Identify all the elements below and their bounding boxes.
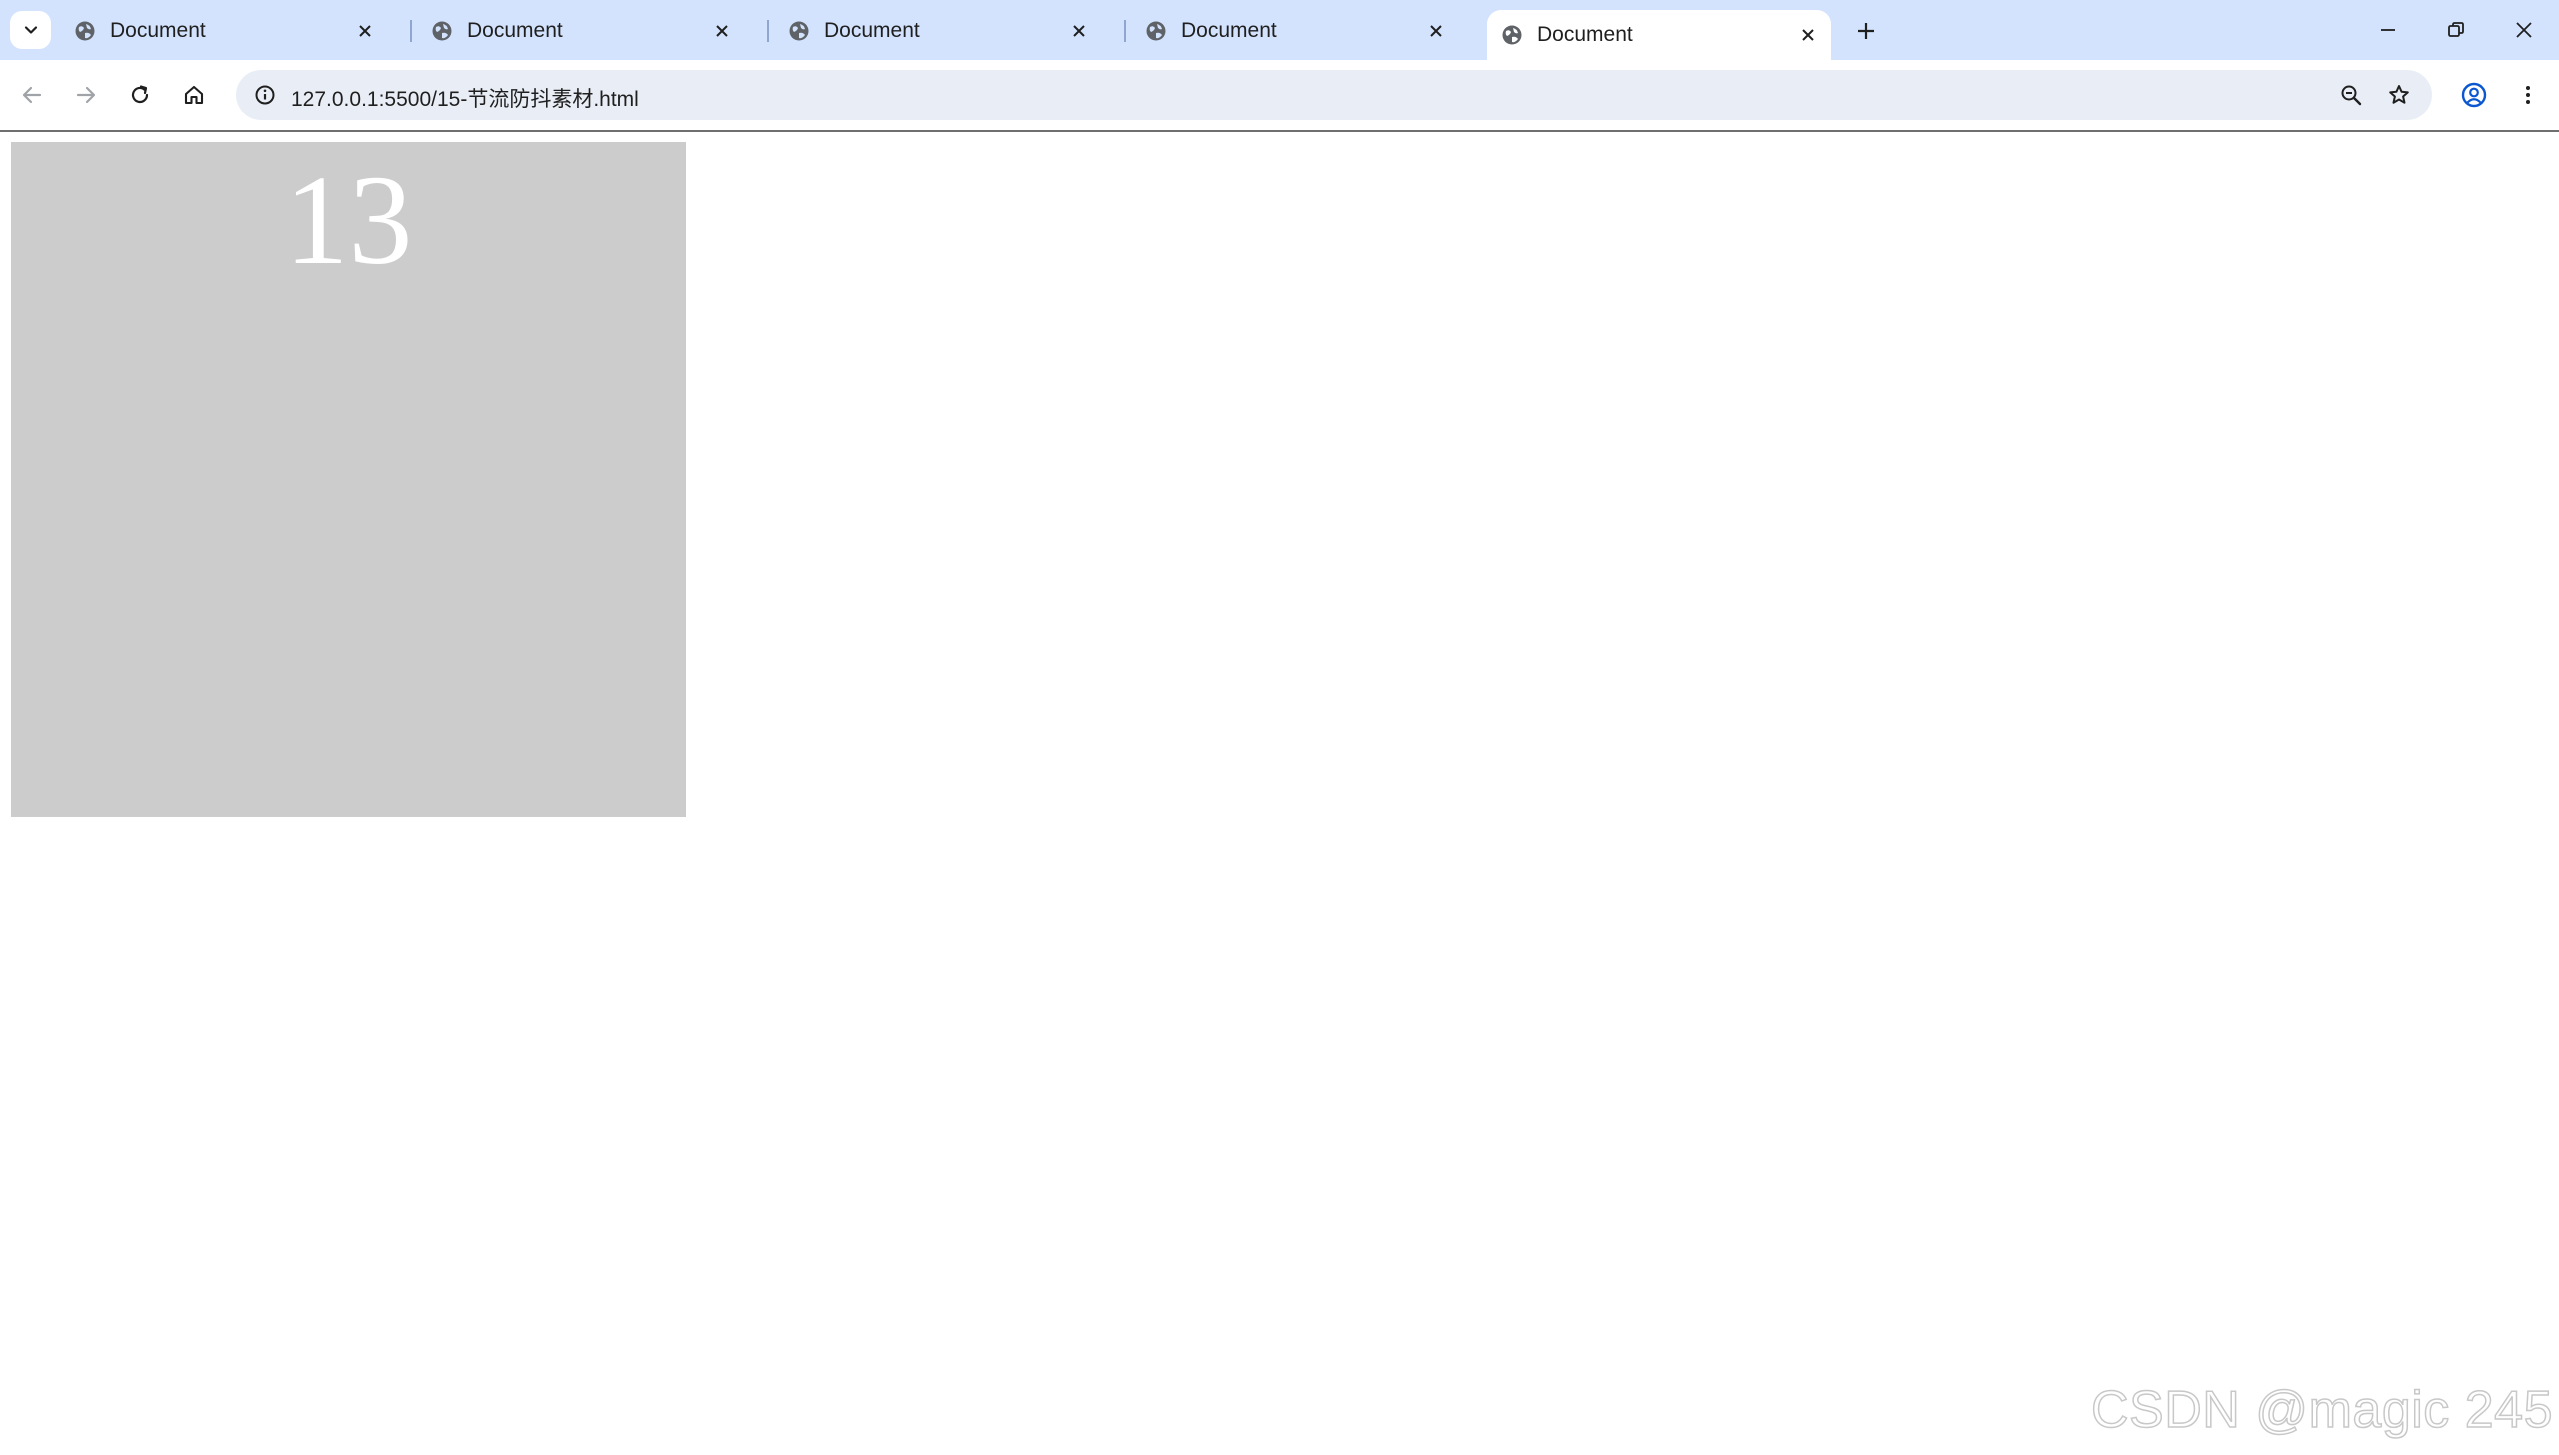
globe-icon — [75, 21, 95, 41]
back-button[interactable] — [11, 74, 53, 116]
close-icon — [1430, 25, 1442, 37]
close-window-button[interactable] — [2494, 8, 2554, 52]
site-info-button[interactable] — [248, 78, 282, 112]
tab-close-button[interactable] — [709, 18, 735, 44]
tab-title: Document — [1537, 23, 1633, 46]
new-tab-button[interactable] — [1848, 14, 1884, 48]
zoom-out-icon — [2341, 85, 2362, 106]
home-button[interactable] — [173, 74, 215, 116]
forward-arrow-icon — [76, 86, 96, 104]
tab-document-1[interactable]: Document — [44, 10, 388, 52]
url-text: 127.0.0.1:5500/15-节流防抖素材.html — [291, 88, 639, 111]
menu-button[interactable] — [2507, 74, 2549, 116]
tab-title: Document — [467, 19, 563, 42]
profile-button[interactable] — [2453, 74, 2495, 116]
counter-value: 13 — [284, 149, 413, 291]
profile-icon — [2461, 82, 2487, 108]
plus-icon — [1858, 23, 1874, 39]
close-icon — [1802, 29, 1814, 41]
tab-document-3[interactable]: Document — [758, 10, 1102, 52]
tab-close-button[interactable] — [1423, 18, 1449, 44]
chevron-down-icon — [24, 26, 37, 34]
tab-close-button[interactable] — [352, 18, 378, 44]
close-icon — [716, 25, 728, 37]
close-icon — [1073, 25, 1085, 37]
address-bar[interactable]: 127.0.0.1:5500/15-节流防抖素材.html — [236, 70, 2432, 120]
globe-icon — [1502, 25, 1522, 45]
minimize-button[interactable] — [2358, 8, 2418, 52]
reload-button[interactable] — [119, 74, 161, 116]
back-arrow-icon — [22, 86, 42, 104]
globe-icon — [432, 21, 452, 41]
restore-icon — [2448, 22, 2464, 37]
close-icon — [2516, 22, 2532, 38]
restore-button[interactable] — [2426, 8, 2486, 52]
close-icon — [359, 25, 371, 37]
tab-close-button[interactable] — [1795, 22, 1821, 48]
forward-button[interactable] — [65, 74, 107, 116]
home-icon — [184, 85, 204, 105]
kebab-menu-icon — [2526, 86, 2530, 104]
globe-icon — [1146, 21, 1166, 41]
zoom-button[interactable] — [2334, 78, 2368, 112]
watermark: CSDN @magic 245 — [2090, 1380, 2553, 1440]
tab-close-button[interactable] — [1066, 18, 1092, 44]
tab-title: Document — [1181, 19, 1277, 42]
tab-title: Document — [110, 19, 206, 42]
star-icon — [2389, 85, 2409, 104]
globe-icon — [789, 21, 809, 41]
counter-box[interactable]: 13 — [11, 142, 686, 817]
tab-strip: Document Document Document Document Docu… — [0, 0, 2559, 60]
tab-title: Document — [824, 19, 920, 42]
bookmark-button[interactable] — [2382, 78, 2416, 112]
tab-document-5-active[interactable]: Document — [1487, 10, 1831, 60]
reload-icon — [131, 85, 149, 104]
minimize-icon — [2381, 29, 2395, 31]
browser-toolbar: 127.0.0.1:5500/15-节流防抖素材.html — [0, 60, 2559, 132]
info-icon — [255, 85, 275, 105]
tab-document-4[interactable]: Document — [1115, 10, 1459, 52]
tab-document-2[interactable]: Document — [401, 10, 745, 52]
